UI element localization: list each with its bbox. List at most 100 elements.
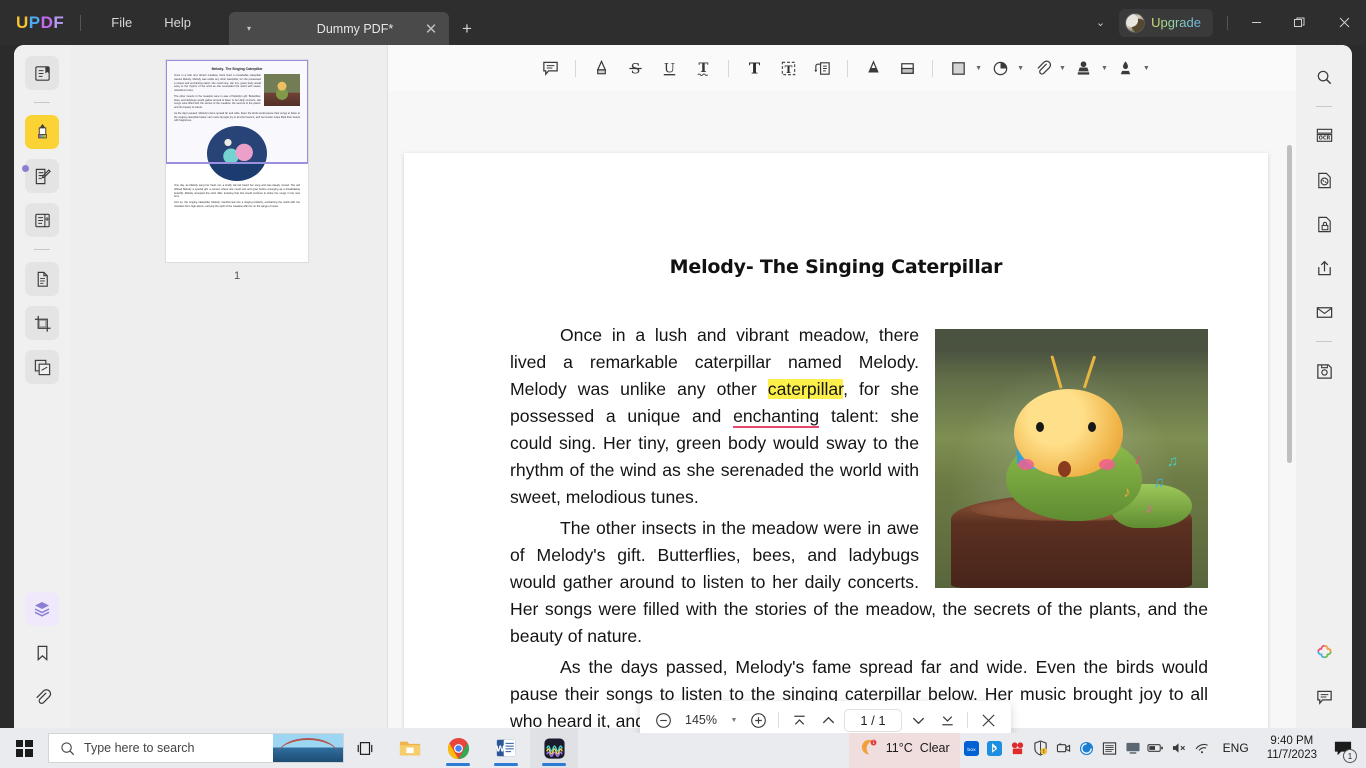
notification-center-button[interactable]: 1 bbox=[1326, 728, 1360, 768]
thumbnail-panel: Melody- The Singing Caterpillar Once in … bbox=[70, 45, 388, 733]
new-tab-button[interactable]: + bbox=[449, 12, 485, 45]
battery-icon[interactable] bbox=[1145, 728, 1167, 768]
maximize-restore-button[interactable] bbox=[1278, 0, 1322, 45]
chevron-down-icon[interactable]: ▼ bbox=[726, 717, 742, 724]
vertical-scrollbar[interactable] bbox=[1287, 145, 1292, 463]
share-icon[interactable] bbox=[1307, 251, 1341, 285]
chevron-down-icon[interactable]: ▼ bbox=[975, 65, 982, 72]
task-view-button[interactable] bbox=[344, 728, 386, 768]
previous-page-button[interactable] bbox=[815, 707, 841, 733]
save-icon[interactable] bbox=[1307, 354, 1341, 388]
attachment-icon[interactable] bbox=[1026, 53, 1058, 83]
chevron-down-icon[interactable]: ▼ bbox=[1059, 65, 1066, 72]
sidebar-item-reader[interactable] bbox=[25, 56, 59, 90]
device-icon[interactable] bbox=[1007, 728, 1029, 768]
list-icon[interactable] bbox=[1099, 728, 1121, 768]
chevron-down-icon[interactable]: ⌄ bbox=[1082, 16, 1119, 29]
clock-date: 11/7/2023 bbox=[1267, 748, 1317, 762]
stamp-tool-group[interactable]: ▼ bbox=[1068, 53, 1108, 83]
upgrade-button[interactable]: Upgrade bbox=[1119, 9, 1213, 37]
tab-dummy-pdf[interactable]: Dummy PDF* ✕ bbox=[269, 12, 449, 45]
document-view[interactable]: Melody- The Singing Caterpillar bbox=[388, 91, 1296, 733]
chevron-down-icon[interactable]: ▼ bbox=[1143, 65, 1150, 72]
text-box-icon[interactable]: T bbox=[772, 53, 804, 83]
thumbnail-page-1[interactable]: Melody- The Singing Caterpillar Once in … bbox=[165, 59, 309, 263]
volume-muted-icon[interactable] bbox=[1168, 728, 1190, 768]
eraser-icon[interactable] bbox=[891, 53, 923, 83]
highlighted-text[interactable]: caterpillar bbox=[768, 379, 843, 399]
last-page-button[interactable] bbox=[934, 707, 960, 733]
sticker-tool-group[interactable]: ▼ bbox=[984, 53, 1024, 83]
sticker-icon[interactable] bbox=[984, 53, 1016, 83]
protect-icon[interactable] bbox=[1307, 207, 1341, 241]
comments-panel-icon[interactable] bbox=[1307, 680, 1341, 714]
wifi-icon[interactable] bbox=[1191, 728, 1213, 768]
underlined-text[interactable]: enchanting bbox=[733, 406, 819, 428]
taskbar-updf[interactable] bbox=[530, 728, 578, 768]
comment-icon[interactable] bbox=[534, 53, 566, 83]
shape-icon[interactable] bbox=[942, 53, 974, 83]
convert-icon[interactable] bbox=[1307, 163, 1341, 197]
signature-tool-group[interactable]: ▼ bbox=[1110, 53, 1150, 83]
language-indicator[interactable]: ENG bbox=[1214, 741, 1258, 755]
camera-icon[interactable] bbox=[1053, 728, 1075, 768]
ocr-icon[interactable]: OCR bbox=[1307, 119, 1341, 153]
sidebar-item-layers[interactable] bbox=[25, 592, 59, 626]
text-icon[interactable]: T bbox=[738, 53, 770, 83]
weather-widget[interactable]: 1 11°C Clear bbox=[849, 728, 960, 768]
attachment-tool-group[interactable]: ▼ bbox=[1026, 53, 1066, 83]
display-icon[interactable] bbox=[1122, 728, 1144, 768]
menu-file[interactable]: File bbox=[95, 9, 148, 36]
zoom-in-button[interactable] bbox=[745, 707, 771, 733]
shape-tool-group[interactable]: ▼ bbox=[942, 53, 982, 83]
search-icon[interactable] bbox=[1307, 60, 1341, 94]
tab-close-icon[interactable]: ✕ bbox=[419, 20, 443, 38]
first-page-button[interactable] bbox=[786, 707, 812, 733]
menu-help[interactable]: Help bbox=[148, 9, 207, 36]
sidebar-item-organize-pages[interactable] bbox=[25, 262, 59, 296]
tab-list-dropdown[interactable]: ▾ bbox=[229, 12, 269, 45]
sidebar-item-crop[interactable] bbox=[25, 306, 59, 340]
signature-icon[interactable] bbox=[1110, 53, 1142, 83]
close-button[interactable] bbox=[1322, 0, 1366, 45]
sidebar-item-page[interactable] bbox=[25, 203, 59, 237]
title-bar: UPDF File Help ▾ Dummy PDF* ✕ + ⌄ Upgrad… bbox=[0, 0, 1366, 45]
taskbar-word[interactable]: W bbox=[482, 728, 530, 768]
sidebar-item-batch[interactable] bbox=[25, 350, 59, 384]
sidebar-item-comment[interactable] bbox=[25, 115, 59, 149]
search-input[interactable]: Type here to search bbox=[48, 733, 344, 763]
bluetooth-icon[interactable] bbox=[984, 728, 1006, 768]
sidebar-item-attachment[interactable] bbox=[25, 680, 59, 714]
zoom-level-value[interactable]: 145% bbox=[679, 713, 723, 727]
start-button[interactable] bbox=[0, 728, 48, 768]
page-indicator[interactable]: 1 / 1 bbox=[844, 709, 902, 732]
security-shield-icon[interactable]: ! bbox=[1030, 728, 1052, 768]
sidebar-item-edit-pdf[interactable] bbox=[25, 159, 59, 193]
sidebar-item-bookmark[interactable] bbox=[25, 636, 59, 670]
email-icon[interactable] bbox=[1307, 295, 1341, 329]
highlight-icon[interactable] bbox=[585, 53, 617, 83]
chevron-down-icon[interactable]: ▼ bbox=[1101, 65, 1108, 72]
taskbar-file-explorer[interactable] bbox=[386, 728, 434, 768]
underline-icon[interactable]: U bbox=[653, 53, 685, 83]
music-note-icon: ♪ bbox=[1123, 479, 1131, 506]
pencil-icon[interactable] bbox=[857, 53, 889, 83]
squiggly-underline-icon[interactable]: T bbox=[687, 53, 719, 83]
pdf-page-1[interactable]: Melody- The Singing Caterpillar bbox=[404, 153, 1268, 733]
minimize-button[interactable] bbox=[1234, 0, 1278, 45]
close-zoom-toolbar-button[interactable] bbox=[975, 707, 1001, 733]
page-title: Melody- The Singing Caterpillar bbox=[404, 256, 1268, 278]
thumbnail-item[interactable]: Melody- The Singing Caterpillar Once in … bbox=[165, 59, 309, 282]
next-page-button[interactable] bbox=[905, 707, 931, 733]
strikethrough-icon[interactable]: S bbox=[619, 53, 651, 83]
chevron-down-icon[interactable]: ▼ bbox=[1017, 65, 1024, 72]
blue-circle-icon[interactable] bbox=[1076, 728, 1098, 768]
zoom-out-button[interactable] bbox=[650, 707, 676, 733]
taskbar-chrome[interactable] bbox=[434, 728, 482, 768]
callout-icon[interactable] bbox=[806, 53, 838, 83]
ai-assistant-icon[interactable] bbox=[1307, 636, 1341, 670]
box-icon[interactable]: box bbox=[961, 728, 983, 768]
stamp-icon[interactable] bbox=[1068, 53, 1100, 83]
moon-icon: 1 bbox=[859, 738, 879, 758]
clock[interactable]: 9:40 PM 11/7/2023 bbox=[1259, 734, 1325, 762]
